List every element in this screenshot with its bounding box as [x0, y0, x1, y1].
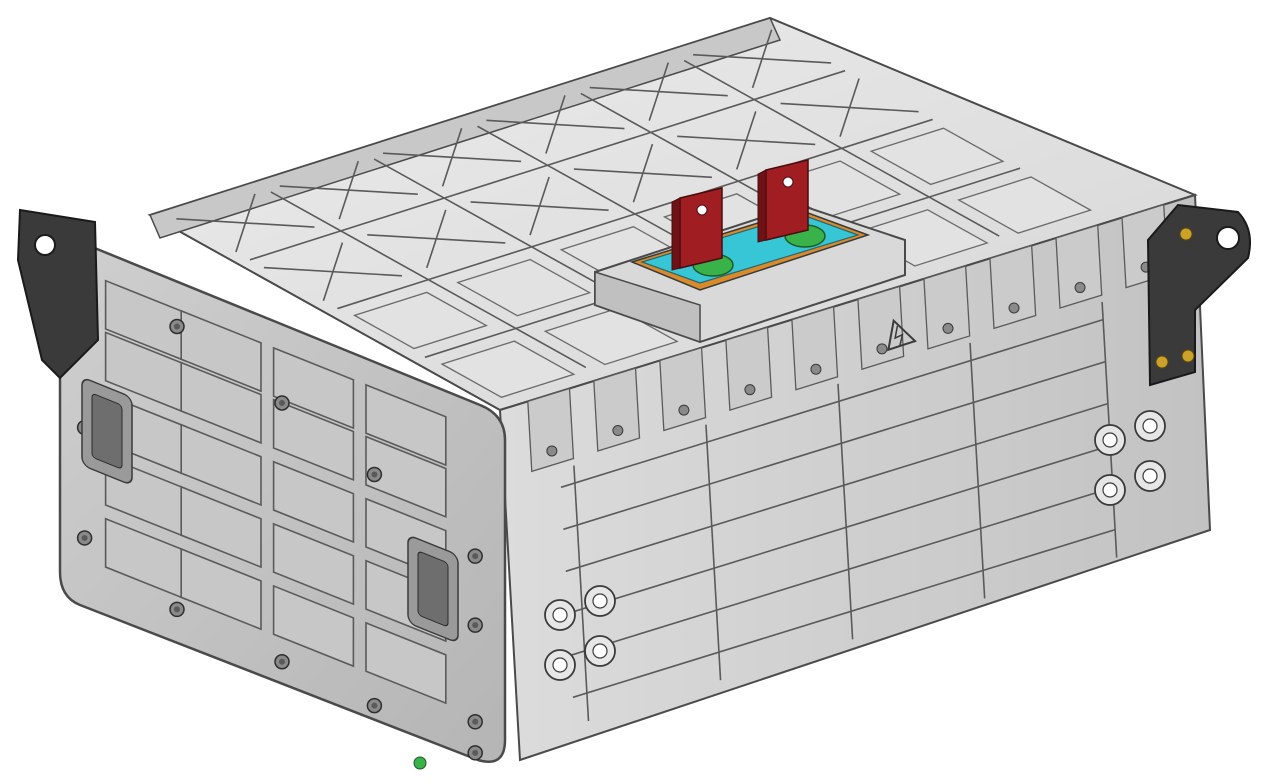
- side-fin: [593, 367, 641, 452]
- bracket-bolt-1: [1179, 227, 1193, 241]
- coolant-port-bore: [1142, 468, 1158, 484]
- side-fin-bolt: [942, 322, 954, 334]
- coolant-port-bore: [552, 657, 568, 673]
- side-fin-bolt: [546, 445, 558, 457]
- front-bolt-center: [279, 400, 285, 406]
- bracket-bolt-2: [1155, 355, 1169, 369]
- front-bolt-center: [472, 553, 479, 560]
- bracket-left-hole: [34, 234, 56, 256]
- front-bolt-center: [174, 606, 180, 613]
- coolant-port-bore: [1102, 482, 1118, 498]
- front-bolt-center: [371, 702, 378, 709]
- cad-render: [0, 0, 1266, 784]
- coolant-port-bore: [552, 607, 568, 623]
- side-fin-bolt: [1074, 282, 1086, 294]
- front-bolt-center: [472, 749, 479, 756]
- side-fin-bolt: [1008, 302, 1020, 314]
- front-bolt-center: [472, 718, 479, 725]
- coolant-port-bore: [592, 643, 608, 659]
- side-fin: [659, 346, 707, 432]
- side-fin: [1055, 224, 1103, 309]
- front-bolt-center: [174, 323, 180, 330]
- front-bolt-center: [472, 622, 479, 629]
- bracket-right-hole: [1216, 226, 1240, 250]
- front-bolt-center: [371, 471, 378, 478]
- side-fin-bolt: [744, 384, 756, 396]
- coolant-port-bore: [592, 593, 608, 609]
- battery-pack-render: [16, 16, 1251, 770]
- busbar-left-hole: [696, 204, 708, 216]
- side-fin-bolt: [810, 363, 822, 375]
- side-fin-bolt: [678, 404, 690, 416]
- busbar-right: [765, 159, 809, 241]
- side-fin: [989, 244, 1037, 330]
- side-fin: [923, 265, 971, 350]
- side-fin-bolt: [612, 425, 624, 437]
- side-fin: [725, 326, 773, 411]
- side-fin-bolt: [876, 343, 888, 355]
- side-fin: [527, 387, 575, 473]
- side-fin: [791, 305, 839, 391]
- busbar-left: [679, 187, 723, 269]
- busbar-right-hole: [782, 176, 794, 188]
- bracket-left: [16, 208, 100, 380]
- busbar-right-side: [757, 169, 767, 243]
- front-bolt-center: [81, 534, 88, 541]
- busbar-left-side: [671, 197, 681, 271]
- front-bolt-center: [279, 658, 285, 665]
- drain-fitting: [413, 756, 427, 770]
- coolant-port-bore: [1142, 418, 1158, 434]
- bracket-bolt-3: [1181, 349, 1195, 363]
- coolant-port-bore: [1102, 432, 1118, 448]
